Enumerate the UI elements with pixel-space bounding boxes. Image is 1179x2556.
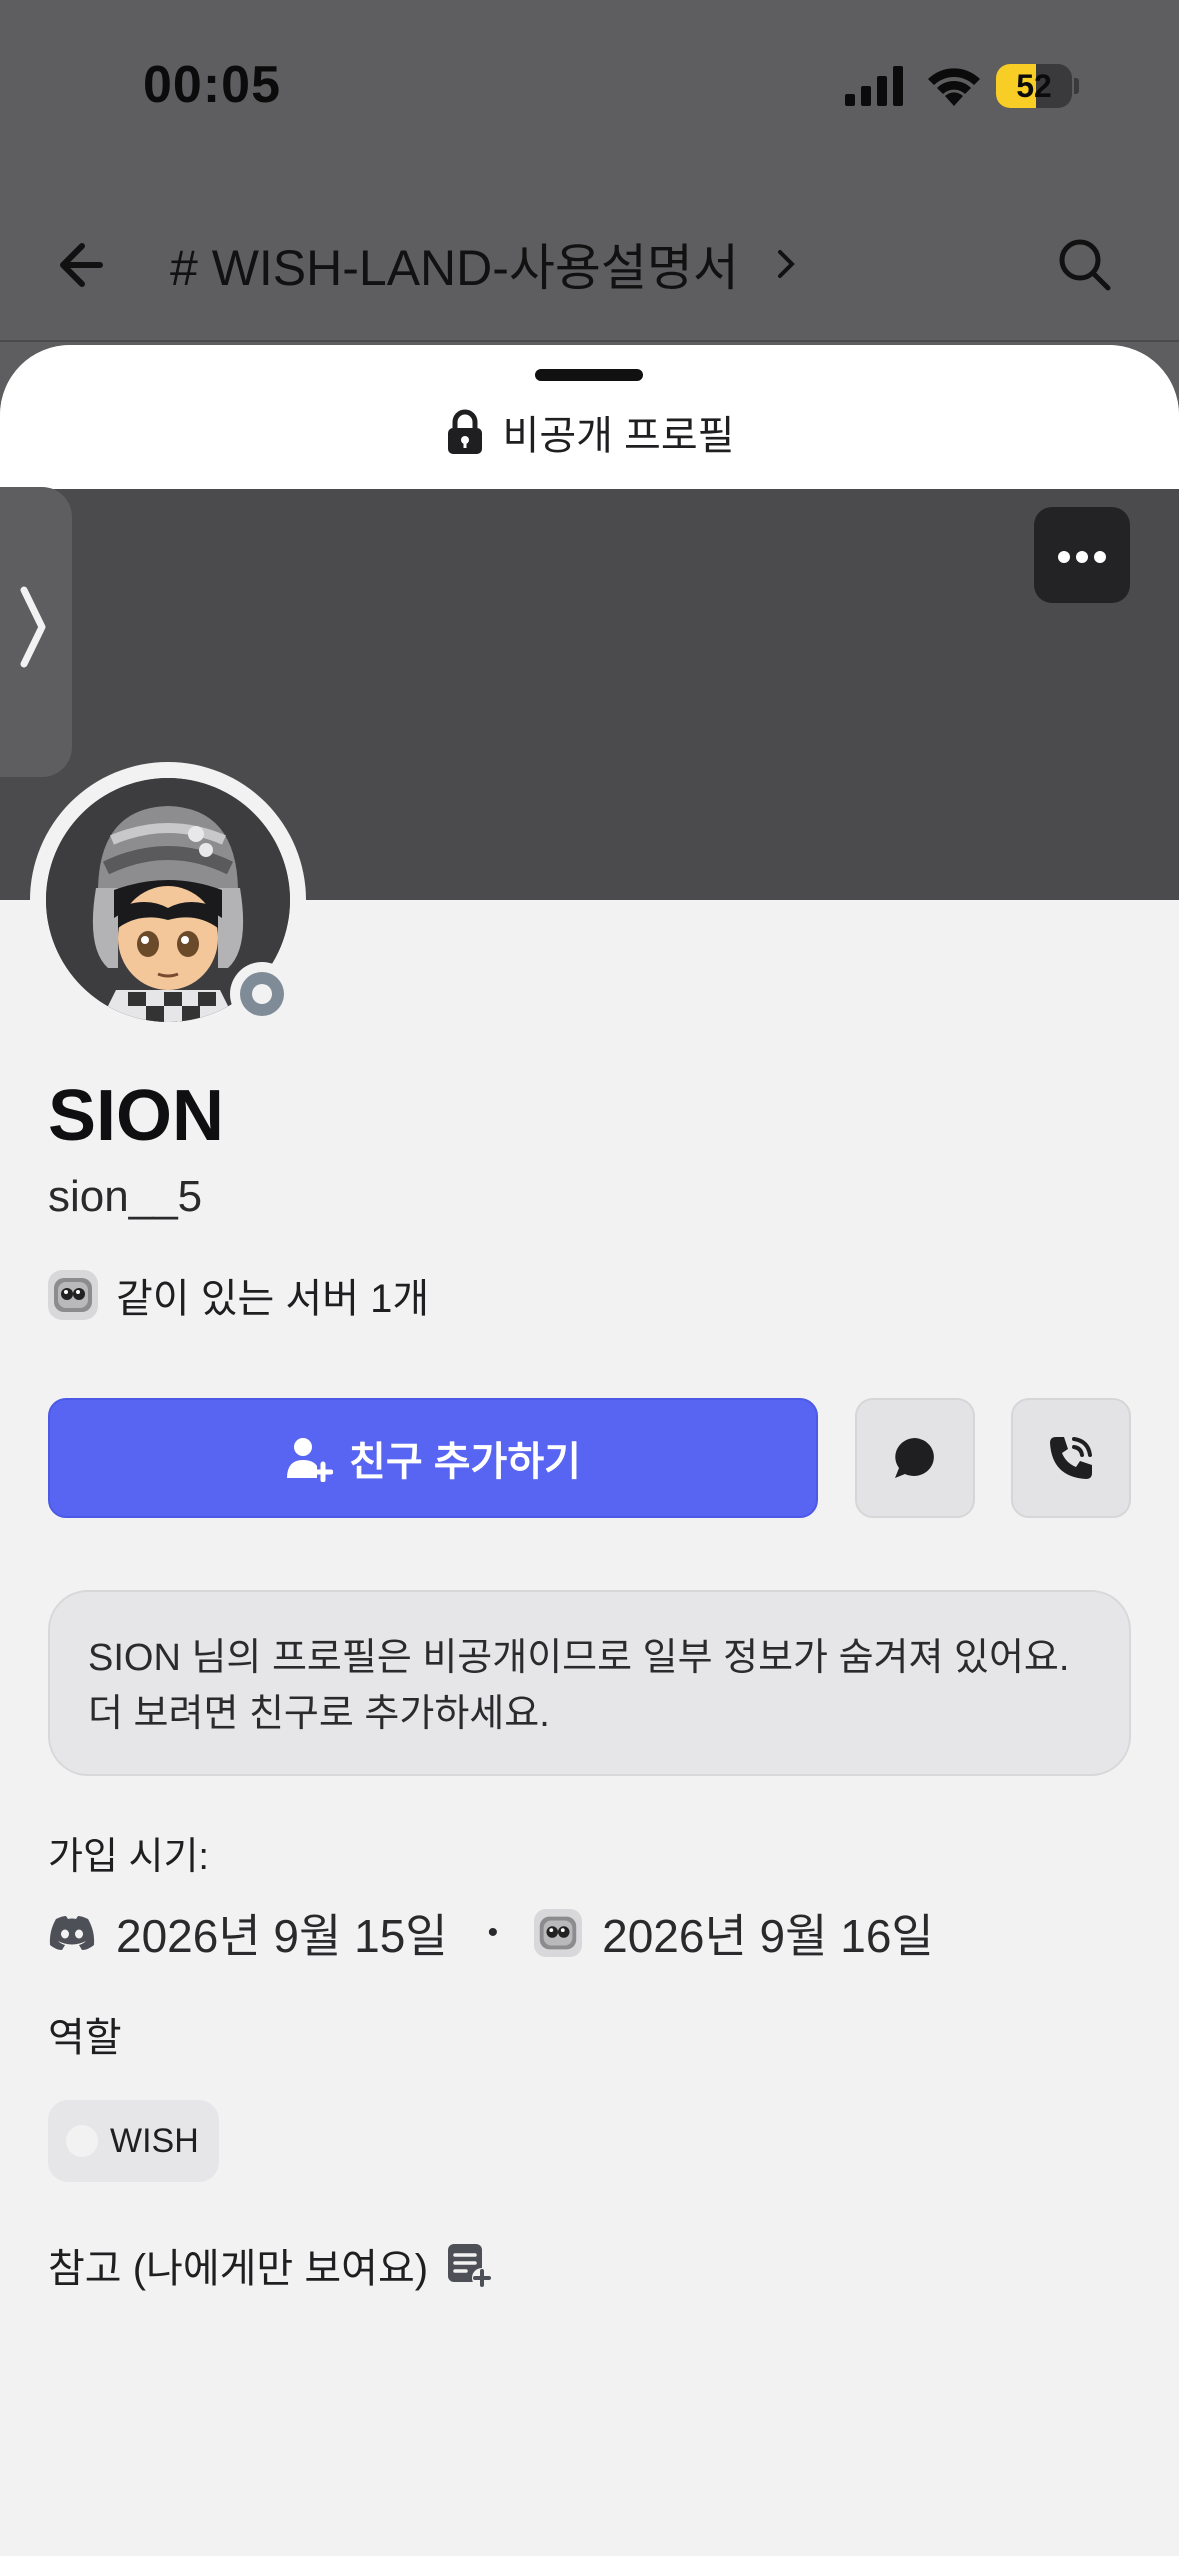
member-since-row: 2026년 9월 15일 • 2026년 9월 16일 — [48, 1898, 934, 1968]
member-since-title: 가입 시기: — [48, 1836, 209, 1878]
add-friend-icon — [287, 1438, 334, 1482]
call-icon — [1050, 1437, 1092, 1479]
roles-title: 역할 — [48, 2016, 122, 2060]
more-options-button[interactable] — [1034, 507, 1130, 603]
side-panel-tab[interactable] — [0, 487, 72, 777]
private-profile-notice: SION 님의 프로필은 비공개이므로 일부 정보가 숨겨져 있어요. 더 보려… — [48, 1590, 1131, 1776]
lock-icon — [447, 409, 482, 454]
cellular-signal-icon — [845, 66, 903, 106]
add-friend-button[interactable]: 친구 추가하기 — [48, 1398, 818, 1518]
sheet-header: 비공개 프로필 — [0, 345, 1179, 489]
private-profile-label: 비공개 프로필 — [502, 414, 735, 458]
display-name: SION — [48, 1076, 225, 1156]
status-indicator-offline — [230, 962, 294, 1026]
channel-title[interactable]: # WISH-LAND-사용설명서 — [170, 228, 739, 300]
role-label: WISH — [110, 2121, 199, 2160]
add-friend-label: 친구 추가하기 — [349, 1440, 581, 1484]
message-button[interactable] — [855, 1398, 975, 1518]
notice-line-2: 더 보려면 친구로 추가하세요. — [88, 1693, 550, 1735]
channel-header: # WISH-LAND-사용설명서 — [0, 200, 1179, 342]
avatar-container[interactable] — [30, 762, 306, 1038]
notice-line-1: SION 님의 프로필은 비공개이므로 일부 정보가 숨겨져 있어요. — [88, 1637, 1070, 1679]
battery-percent: 52 — [1016, 68, 1052, 104]
note-row[interactable]: 참고 (나에게만 보여요) — [48, 2230, 493, 2300]
battery-indicator: 52 — [996, 64, 1079, 108]
call-button[interactable] — [1011, 1398, 1131, 1518]
profile-sheet: 비공개 프로필 SION sion__5 같이 있는 서버 1개 친구 추가하기… — [0, 345, 1179, 2556]
discord-joined-date: 2026년 9월 15일 — [116, 1910, 448, 1962]
status-bar: 00:05 52 — [0, 0, 1179, 170]
mutual-servers-row[interactable]: 같이 있는 서버 1개 — [48, 1267, 429, 1323]
search-icon[interactable] — [1050, 230, 1120, 300]
role-chip[interactable]: WISH — [48, 2100, 219, 2182]
status-time: 00:05 — [143, 56, 281, 114]
wifi-icon — [928, 68, 980, 106]
separator-bullet: • — [487, 1916, 499, 1949]
username[interactable]: sion__5 — [48, 1172, 202, 1222]
chevron-right-icon — [20, 586, 46, 668]
message-icon — [895, 1438, 934, 1478]
discord-icon — [49, 1916, 95, 1950]
server-icon — [534, 1909, 583, 1957]
sheet-grabber[interactable] — [535, 369, 643, 381]
server-icon — [48, 1270, 98, 1320]
role-color-dot — [66, 2125, 98, 2157]
note-label: 참고 (나에게만 보여요) — [48, 2247, 429, 2291]
note-add-icon[interactable] — [446, 2242, 493, 2288]
mutual-servers-label: 같이 있는 서버 1개 — [116, 1277, 430, 1321]
server-joined-date: 2026년 9월 16일 — [602, 1910, 934, 1962]
chevron-right-icon — [778, 250, 795, 278]
back-arrow-icon[interactable] — [50, 230, 120, 300]
